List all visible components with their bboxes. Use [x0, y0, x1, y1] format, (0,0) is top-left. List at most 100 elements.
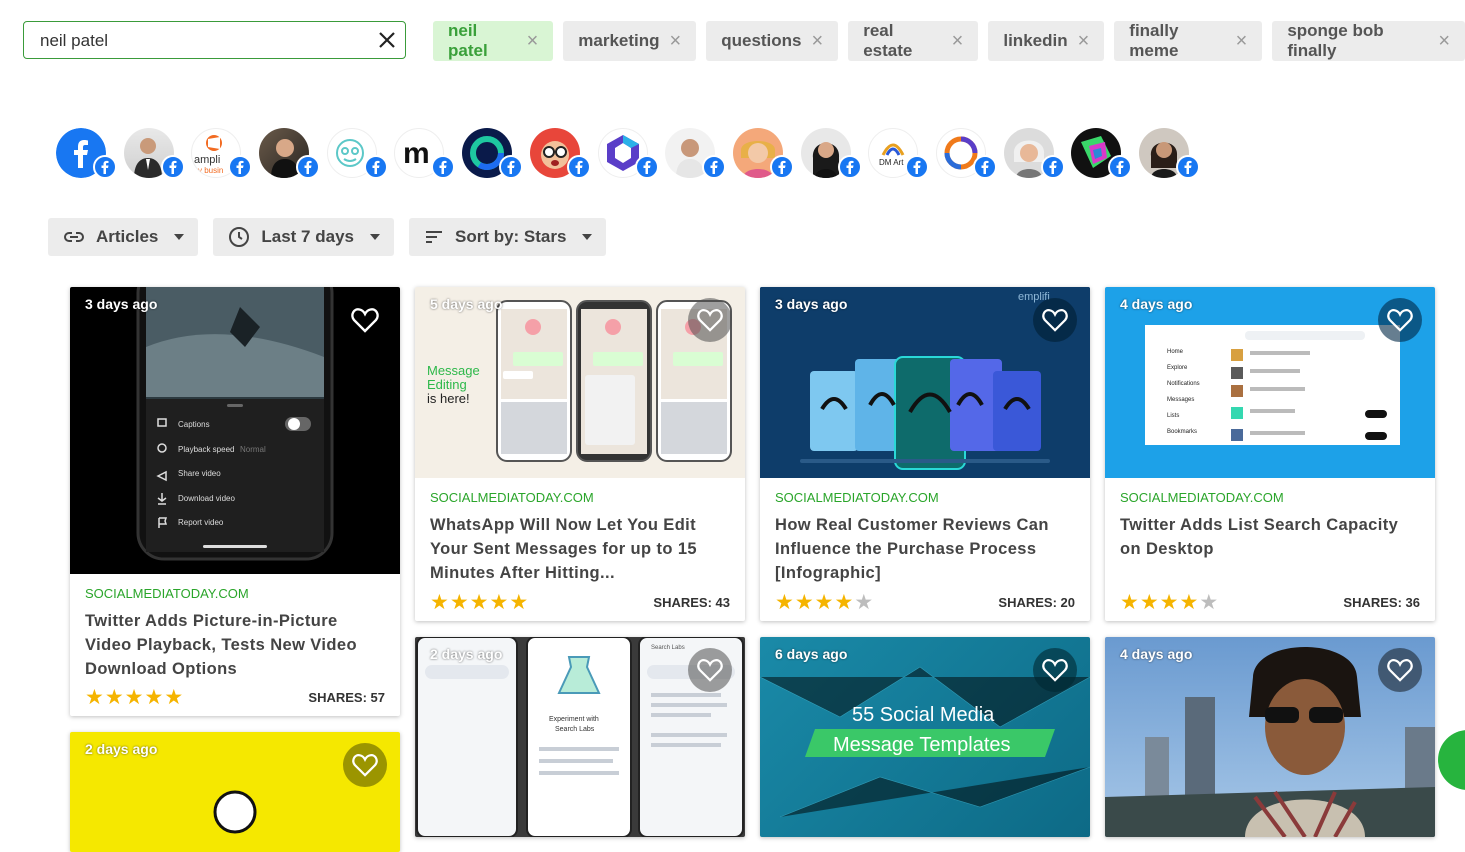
filter-bar: Articles Last 7 days Sort by: Stars	[48, 218, 607, 256]
close-icon[interactable]	[377, 30, 397, 50]
article-footer: ★ ★ ★ ★ ★ SHARES: 57	[85, 687, 385, 708]
favorite-button[interactable]	[343, 298, 387, 342]
article-card[interactable]: Home Explore Notifications Messages List…	[1105, 287, 1435, 621]
article-age: 3 days ago	[775, 296, 848, 312]
avatar[interactable]	[1071, 128, 1133, 179]
thumbnail-text: Search Labs	[555, 726, 595, 733]
chip-finally-meme[interactable]: finally meme ×	[1114, 21, 1263, 61]
favorite-button[interactable]	[1033, 648, 1077, 692]
thumbnail-tab-text: Search Labs	[651, 645, 685, 651]
favorite-button[interactable]	[1033, 298, 1077, 342]
time-range-label: Last 7 days	[261, 227, 354, 246]
article-age: 4 days ago	[1120, 646, 1193, 662]
avatar[interactable]: DM Art	[868, 128, 930, 179]
heart-icon	[1387, 659, 1413, 682]
star-filled-icon: ★	[1139, 591, 1159, 614]
avatar[interactable]	[259, 128, 321, 179]
article-card[interactable]: emplifi 3 days ago SOCIALMEDIATODAY.COM …	[760, 287, 1090, 621]
article-title[interactable]: How Real Customer Reviews Can Influence …	[775, 513, 1075, 585]
article-footer: ★ ★ ★ ★ ★ SHARES: 43	[430, 592, 730, 613]
chip-real-estate[interactable]: real estate ×	[848, 21, 979, 61]
star-filled-icon: ★	[775, 591, 794, 614]
article-age: 6 days ago	[775, 646, 848, 662]
facebook-badge-icon	[228, 155, 253, 179]
chip-linkedin[interactable]: linkedin ×	[988, 21, 1105, 61]
article-age: 3 days ago	[85, 296, 158, 312]
article-card[interactable]: 4 days ago	[1105, 637, 1435, 837]
avatar[interactable]	[732, 128, 794, 179]
avatar[interactable]	[462, 128, 524, 179]
avatar[interactable]	[1139, 128, 1200, 179]
facebook-badge-icon	[296, 155, 321, 179]
article-card[interactable]: 2 days ago	[70, 732, 400, 852]
remove-chip-icon[interactable]: ×	[952, 31, 964, 51]
avatar[interactable]	[597, 128, 659, 179]
time-range-dropdown[interactable]: Last 7 days	[213, 218, 394, 256]
article-title[interactable]: Twitter Adds Picture-in-Picture Video Pl…	[85, 609, 385, 681]
avatar[interactable]	[123, 128, 185, 179]
article-card[interactable]: Message Editing is here! 5 days ago SOCI…	[415, 287, 745, 621]
share-count: SHARES: 57	[308, 690, 385, 705]
remove-chip-icon[interactable]: ×	[812, 31, 824, 51]
article-body: SOCIALMEDIATODAY.COM Twitter Adds List S…	[1105, 478, 1435, 561]
avatar[interactable]	[1003, 128, 1065, 179]
avatar[interactable]	[665, 128, 727, 179]
star-filled-icon: ★	[124, 686, 144, 709]
facebook-badge-icon	[160, 155, 185, 179]
favorite-button[interactable]	[688, 298, 732, 342]
star-filled-icon: ★	[85, 686, 104, 709]
sort-dropdown[interactable]: Sort by: Stars	[408, 218, 607, 256]
article-thumbnail: Home Explore Notifications Messages List…	[1105, 287, 1435, 478]
article-card[interactable]: 55 Social Media Message Templates 6 days…	[760, 637, 1090, 837]
influencer-avatars: ampli y busin m DM Art	[56, 128, 1200, 179]
article-title[interactable]: Twitter Adds List Search Capacity on Des…	[1120, 513, 1420, 561]
avatar[interactable]	[326, 128, 388, 179]
thumbnail-menu-item: Notifications	[1167, 381, 1200, 387]
remove-chip-icon[interactable]: ×	[1236, 31, 1248, 51]
avatar-logo-text: ampli	[194, 154, 220, 166]
chip-label: sponge bob finally	[1287, 21, 1384, 60]
content-type-dropdown[interactable]: Articles	[48, 218, 199, 256]
article-card[interactable]: Experiment with Search Labs Search Labs …	[415, 637, 745, 837]
chip-marketing[interactable]: marketing ×	[563, 21, 697, 61]
article-card[interactable]: Captions Playback speed Normal Share vid…	[70, 287, 400, 716]
favorite-button[interactable]	[688, 648, 732, 692]
avatar[interactable]: m	[394, 128, 456, 179]
remove-chip-icon[interactable]: ×	[527, 31, 539, 51]
article-footer: ★ ★ ★ ★ ★ SHARES: 36	[1120, 592, 1420, 613]
chip-neil-patel[interactable]: neil patel ×	[433, 21, 554, 61]
article-title[interactable]: WhatsApp Will Now Let You Edit Your Sent…	[430, 513, 730, 585]
article-age: 4 days ago	[1120, 296, 1193, 312]
favorite-button[interactable]	[1378, 298, 1422, 342]
remove-chip-icon[interactable]: ×	[1078, 31, 1090, 51]
star-filled-icon: ★	[469, 591, 489, 614]
star-rating: ★ ★ ★ ★ ★	[1120, 592, 1218, 613]
menu-item-report-video: Report video	[178, 518, 224, 527]
chip-questions[interactable]: questions ×	[706, 21, 839, 61]
favorite-button[interactable]	[343, 743, 387, 787]
menu-item-download-video: Download video	[178, 494, 235, 503]
heart-icon	[1042, 659, 1068, 682]
article-source: SOCIALMEDIATODAY.COM	[85, 586, 249, 601]
avatar[interactable]	[529, 128, 591, 179]
article-source: SOCIALMEDIATODAY.COM	[430, 490, 594, 505]
star-filled-icon: ★	[430, 591, 449, 614]
remove-chip-icon[interactable]: ×	[1438, 31, 1450, 51]
chat-widget-button[interactable]	[1438, 730, 1465, 790]
thumbnail-menu-item: Explore	[1167, 365, 1188, 371]
article-body: SOCIALMEDIATODAY.COM How Real Customer R…	[760, 478, 1090, 585]
search-input[interactable]	[38, 30, 362, 52]
chip-sponge-bob-finally[interactable]: sponge bob finally ×	[1272, 21, 1465, 61]
avatar[interactable]: ampli y busin	[191, 128, 253, 179]
facebook-badge-icon	[1176, 155, 1200, 179]
avatar[interactable]	[800, 128, 862, 179]
avatar[interactable]	[935, 128, 997, 179]
chevron-down-icon	[582, 234, 593, 240]
facebook-badge-icon	[634, 155, 659, 179]
article-body: SOCIALMEDIATODAY.COM WhatsApp Will Now L…	[415, 478, 745, 585]
thumbnail-text: Experiment with	[549, 716, 599, 723]
favorite-button[interactable]	[1378, 648, 1422, 692]
remove-chip-icon[interactable]: ×	[670, 31, 682, 51]
avatar[interactable]	[56, 128, 117, 179]
star-filled-icon: ★	[1159, 591, 1179, 614]
